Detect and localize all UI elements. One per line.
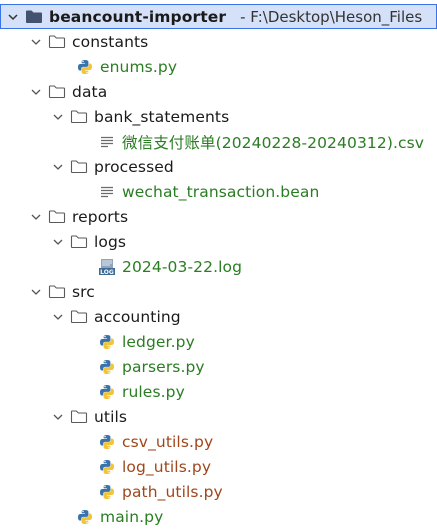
text-file-icon xyxy=(98,184,116,200)
chevron-down-icon[interactable] xyxy=(50,309,66,325)
tree-node-processed[interactable]: processed xyxy=(0,154,437,179)
folder-icon xyxy=(48,34,66,50)
tree-node-wechat-csv[interactable]: 微信支付账单(20240228-20240312).csv xyxy=(0,129,437,154)
chevron-down-icon[interactable] xyxy=(50,159,66,175)
tree-node-path-utils-py[interactable]: path_utils.py xyxy=(0,479,437,504)
tree-node-label: main.py xyxy=(100,507,164,526)
folder-icon xyxy=(25,9,43,25)
tree-node-label: path_utils.py xyxy=(122,482,223,501)
log-file-icon: LOG xyxy=(98,258,116,276)
chevron-down-icon[interactable] xyxy=(28,209,44,225)
tree-node-rules-py[interactable]: rules.py xyxy=(0,379,437,404)
chevron-down-icon[interactable] xyxy=(5,9,21,25)
project-tree: beancount-importer - F:\Desktop\Heson_Fi… xyxy=(0,0,437,531)
tree-node-label: logs xyxy=(94,232,127,251)
tree-node-label: utils xyxy=(94,407,128,426)
folder-icon xyxy=(48,84,66,100)
tree-node-beancount-importer[interactable]: beancount-importer - F:\Desktop\Heson_Fi… xyxy=(0,4,437,29)
chevron-down-icon[interactable] xyxy=(50,409,66,425)
tree-node-label: enums.py xyxy=(100,57,178,76)
tree-node-parsers-py[interactable]: parsers.py xyxy=(0,354,437,379)
folder-icon xyxy=(70,109,88,125)
tree-node-ledger-py[interactable]: ledger.py xyxy=(0,329,437,354)
tree-node-label: reports xyxy=(72,207,129,226)
python-file-icon xyxy=(98,434,116,450)
tree-node-label: 2024-03-22.log xyxy=(122,257,243,276)
chevron-down-icon[interactable] xyxy=(50,234,66,250)
tree-node-label: wechat_transaction.bean xyxy=(122,182,320,201)
folder-icon xyxy=(48,284,66,300)
python-file-icon xyxy=(76,59,94,75)
folder-icon xyxy=(70,159,88,175)
tree-node-label: rules.py xyxy=(122,382,185,401)
python-file-icon xyxy=(98,359,116,375)
python-file-icon xyxy=(98,334,116,350)
tree-node-label: csv_utils.py xyxy=(122,432,214,451)
text-file-icon xyxy=(98,134,116,150)
tree-node-bank-statements[interactable]: bank_statements xyxy=(0,104,437,129)
tree-node-logs[interactable]: logs xyxy=(0,229,437,254)
folder-icon xyxy=(48,209,66,225)
chevron-down-icon[interactable] xyxy=(28,34,44,50)
folder-icon xyxy=(70,409,88,425)
chevron-down-icon[interactable] xyxy=(28,84,44,100)
tree-node-src[interactable]: src xyxy=(0,279,437,304)
folder-icon xyxy=(70,309,88,325)
tree-node-label: constants xyxy=(72,32,149,51)
tree-node-data[interactable]: data xyxy=(0,79,437,104)
svg-text:LOG: LOG xyxy=(100,269,114,276)
tree-node-label: 微信支付账单(20240228-20240312).csv xyxy=(122,133,425,152)
tree-node-label: bank_statements xyxy=(94,107,230,126)
tree-node-enums-py[interactable]: enums.py xyxy=(0,54,437,79)
tree-node-constants[interactable]: constants xyxy=(0,29,437,54)
tree-node-accounting[interactable]: accounting xyxy=(0,304,437,329)
tree-node-label: accounting xyxy=(94,307,181,326)
tree-node-log-file[interactable]: LOG 2024-03-22.log xyxy=(0,254,437,279)
tree-node-wechat-bean[interactable]: wechat_transaction.bean xyxy=(0,179,437,204)
tree-node-label: data xyxy=(72,82,108,101)
tree-node-log-utils-py[interactable]: log_utils.py xyxy=(0,454,437,479)
tree-node-csv-utils-py[interactable]: csv_utils.py xyxy=(0,429,437,454)
tree-node-label: parsers.py xyxy=(122,357,205,376)
tree-node-label: log_utils.py xyxy=(122,457,212,476)
tree-node-label: processed xyxy=(94,157,174,176)
tree-node-label: ledger.py xyxy=(122,332,195,351)
python-file-icon xyxy=(98,384,116,400)
root-folder-path: - F:\Desktop\Heson_Files xyxy=(240,7,423,26)
tree-node-utils[interactable]: utils xyxy=(0,404,437,429)
root-folder-name: beancount-importer xyxy=(49,7,227,26)
tree-node-reports[interactable]: reports xyxy=(0,204,437,229)
python-file-icon xyxy=(98,484,116,500)
chevron-down-icon[interactable] xyxy=(50,109,66,125)
python-file-icon xyxy=(76,509,94,525)
python-file-icon xyxy=(98,459,116,475)
tree-node-label: src xyxy=(72,282,95,301)
chevron-down-icon[interactable] xyxy=(28,284,44,300)
tree-node-main-py[interactable]: main.py xyxy=(0,504,437,529)
folder-icon xyxy=(70,234,88,250)
